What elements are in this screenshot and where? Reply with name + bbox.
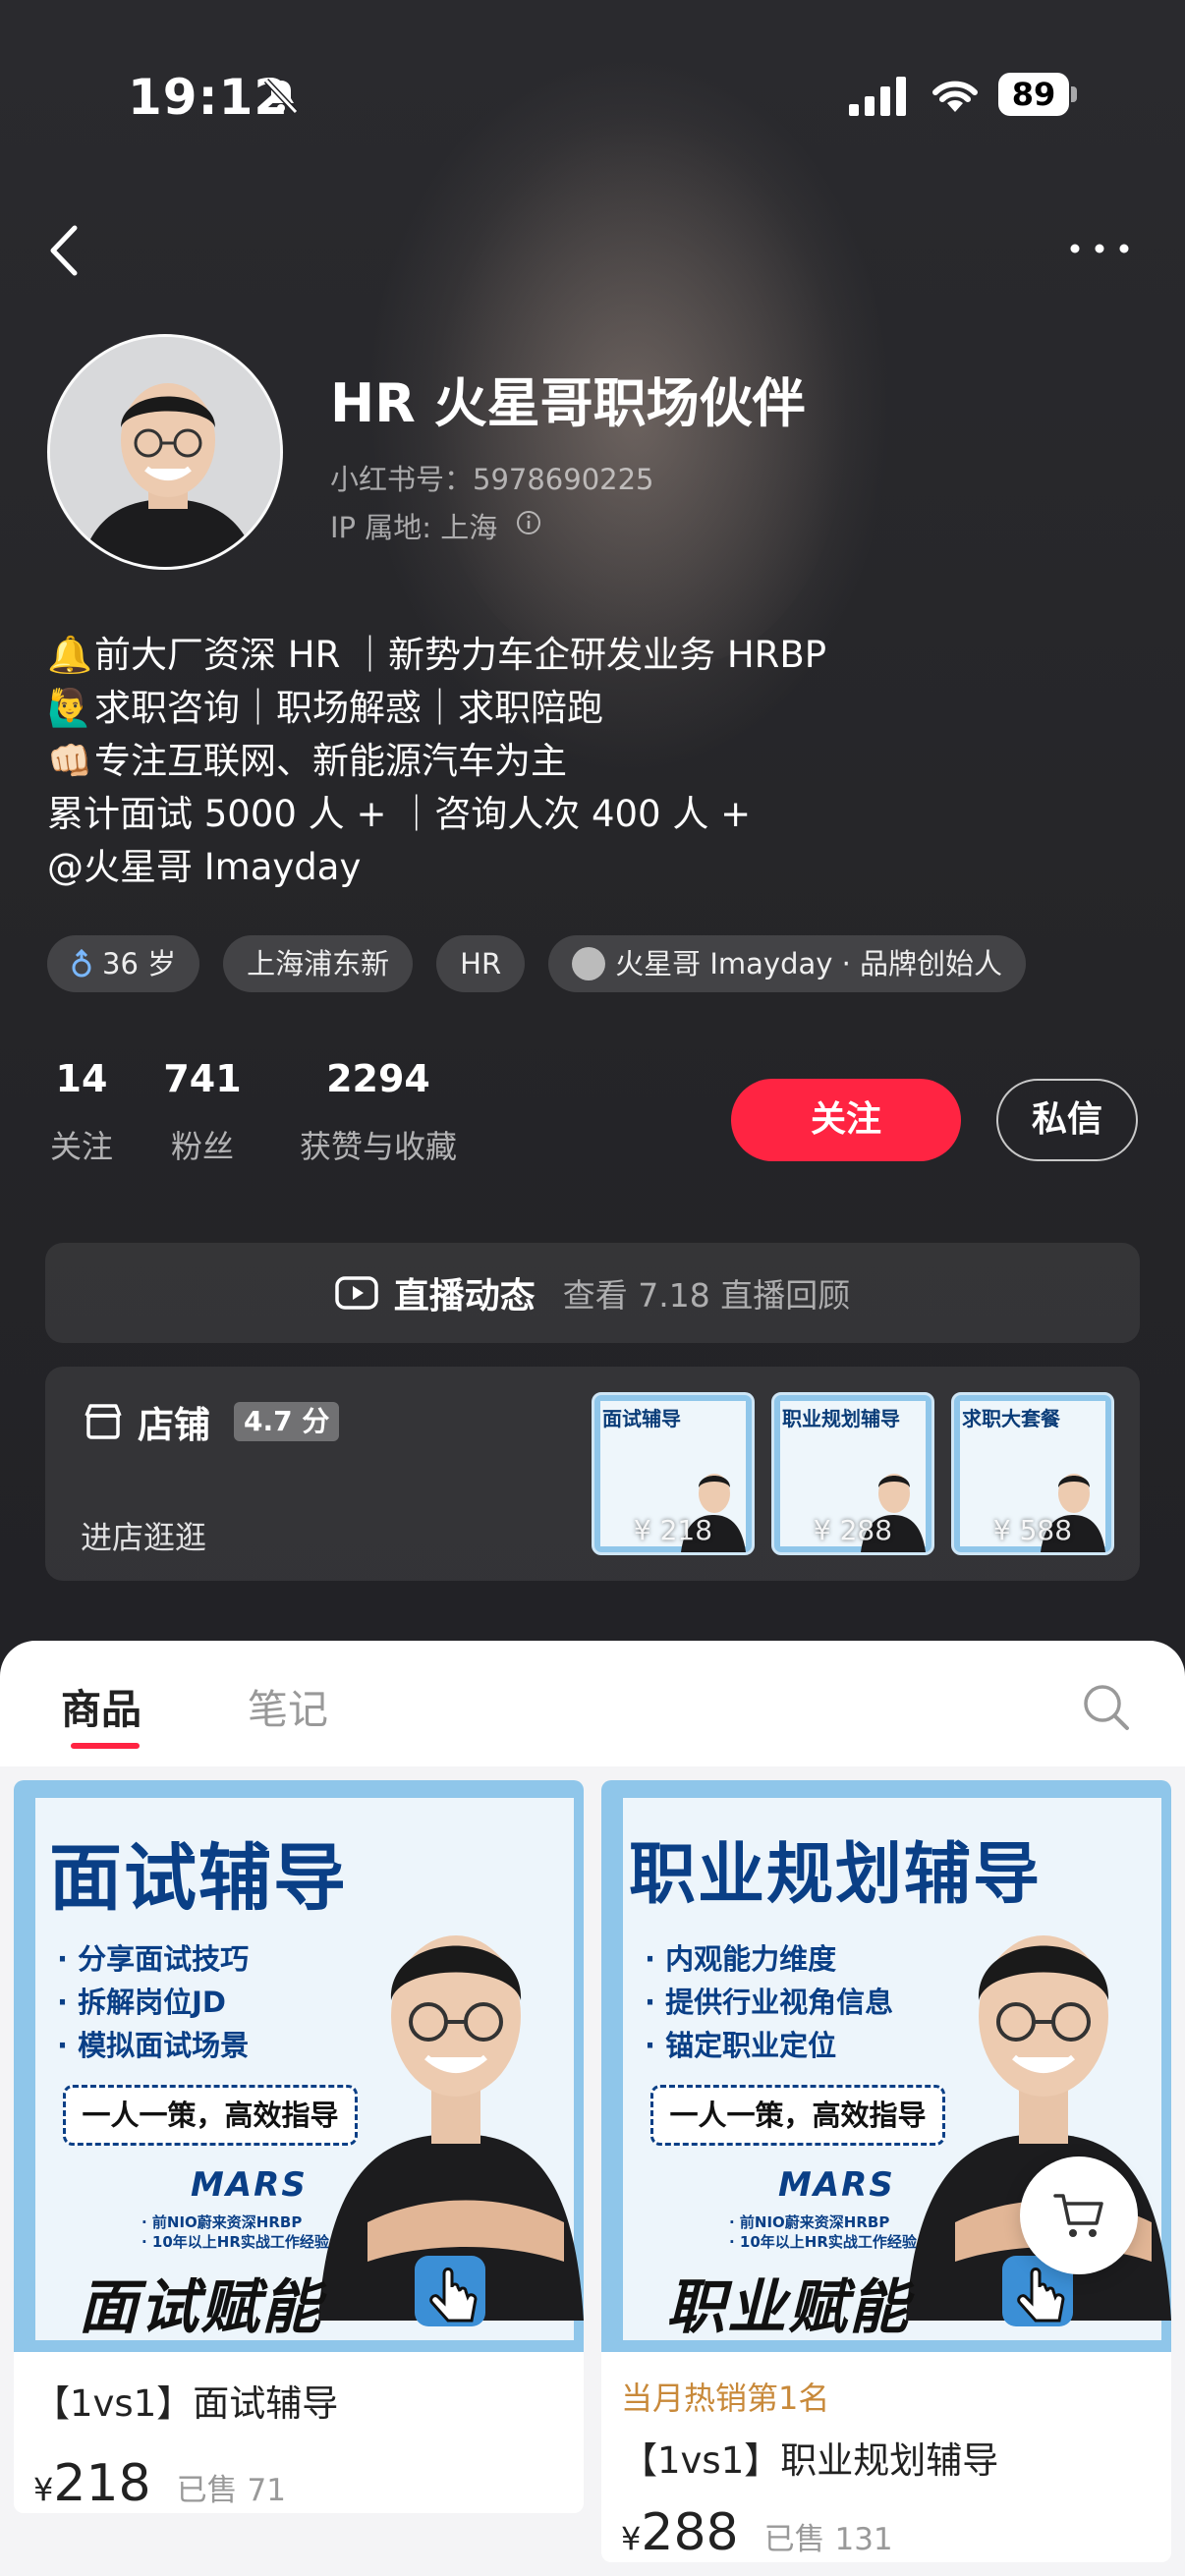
shop-product-thumb[interactable]: 职业规划辅导 ¥ 288 [771,1392,934,1555]
bio-line: 🙋‍♂️求职咨询｜职场解惑｜求职陪跑 [47,682,826,735]
poster-title: 面试辅导 [49,1836,348,1921]
likes-label[interactable]: 获赞与收藏 [285,1122,472,1167]
shopping-cart-icon [1053,2194,1103,2237]
likes-count[interactable]: 2294 [285,1057,472,1100]
shopping-cart-button[interactable] [1020,2156,1138,2274]
ip-location: IP 属地: 上海 [330,511,498,544]
tag-job: HR [436,935,526,992]
tag-brand[interactable]: 火星哥 Imayday · 品牌创始人 [548,935,1027,992]
following-label[interactable]: 关注 [47,1122,116,1167]
live-replay-card[interactable]: 直播动态 查看 7.18 直播回顾 [45,1243,1140,1343]
raising-hand-emoji-icon: 🙋‍♂️ [47,687,93,729]
avatar[interactable] [47,334,283,570]
shop-product-thumb[interactable]: 求职大套餐 ¥ 588 [951,1392,1114,1555]
poster-box: 一人一策，高效指导 [63,2085,358,2146]
more-options-icon[interactable] [1065,234,1134,263]
poster-bullets: · 内观能力维度 · 提供行业视角信息 · 锚定职业定位 [645,1942,894,2062]
followers-count[interactable]: 741 [163,1057,242,1100]
bell-emoji-icon: 🔔 [47,634,93,676]
thumb-price: ¥ 218 [633,1514,713,1546]
thumb-title: 面试辅导 [602,1407,681,1430]
product-title: 【1vs1】职业规划辅导 [621,2439,999,2482]
tab-products[interactable]: 商品 [61,1676,141,1735]
bio-mention-link[interactable]: @火星哥 Imayday [47,841,826,894]
poster-bullets: · 分享面试技巧 · 拆解岗位JD · 模拟面试场景 [57,1942,250,2062]
bio-line: 🔔前大厂资深 HR ｜新势力车企研发业务 HRBP [47,629,826,682]
enter-shop-link[interactable]: 进店逛逛 [81,1513,206,1558]
thumb-title: 求职大套餐 [962,1407,1060,1430]
tag-age: 36 岁 [47,935,200,992]
poster-mars: MARS [191,2165,308,2205]
price-row: ¥ 218 已售 71 [33,2454,564,2513]
product-title: 【1vs1】面试辅导 [33,2382,339,2425]
rednote-id[interactable]: 小红书号：5978690225 [330,457,654,498]
poster-slogan: 职业赋能 [666,2273,910,2342]
tag-location: 上海浦东新 [223,935,414,992]
shop-product-thumb[interactable]: 面试辅导 ¥ 218 [592,1392,755,1555]
battery-level: 89 [998,73,1069,116]
shop-title: 店铺 [138,1404,210,1446]
product-image: 面试辅导 · 分享面试技巧 · 拆解岗位JD · 模拟面试场景 一人一策，高效指… [14,1780,584,2352]
battery-indicator: 89 [998,73,1077,116]
message-button[interactable]: 私信 [996,1079,1138,1161]
wifi-icon [932,81,978,112]
thumb-price: ¥ 588 [992,1514,1073,1546]
bio-line: 累计面试 5000 人 + ｜咨询人次 400 人 + [47,793,752,835]
shop-header: 店铺 4.7 分 [83,1395,340,1448]
profile-tags: 36 岁 上海浦东新 HR 火星哥 Imayday · 品牌创始人 [47,935,1027,992]
live-title: 直播动态 [393,1276,536,1316]
price-row: ¥ 288 已售 131 [621,2503,1152,2562]
thumb-title: 职业规划辅导 [782,1407,900,1430]
fist-emoji-icon: 👊🏻 [47,740,93,782]
poster-credentials: · 前NIO蔚来资深HRBP · 10年以上HR实战工作经验 [729,2213,917,2251]
live-subtitle: 查看 7.18 直播回顾 [562,1276,851,1315]
product-price: 288 [641,2503,739,2562]
product-info: 【1vs1】面试辅导 ¥ 218 已售 71 [14,2352,584,2513]
info-icon[interactable] [515,509,542,536]
male-icon [72,949,91,978]
sold-count: 已售 131 [763,2522,893,2557]
active-tab-indicator [71,1743,140,1749]
followers-label[interactable]: 粉丝 [163,1122,242,1167]
shop-icon [85,1404,122,1439]
product-card[interactable]: 面试辅导 · 分享面试技巧 · 拆解岗位JD · 模拟面试场景 一人一策，高效指… [14,1780,584,2513]
product-info: 当月热销第1名 【1vs1】职业规划辅导 ¥ 288 已售 131 [601,2352,1171,2562]
currency-symbol: ¥ [621,2520,642,2557]
brand-avatar [572,947,606,980]
poster-mars: MARS [778,2165,895,2205]
poster-credentials: · 前NIO蔚来资深HRBP · 10年以上HR实战工作经验 [141,2213,329,2251]
tap-hand-icon [415,2256,485,2326]
cellular-signal-icon [849,77,906,116]
hot-sale-badge: 当月热销第1名 [621,2380,830,2417]
follow-button[interactable]: 关注 [731,1079,961,1161]
poster-slogan: 面试赋能 [79,2273,322,2342]
sold-count: 已售 71 [176,2473,286,2508]
back-arrow-icon[interactable] [43,216,92,285]
thumb-price: ¥ 288 [813,1514,893,1546]
search-icon[interactable] [1081,1682,1132,1733]
product-price: 218 [53,2454,151,2513]
silent-bell-icon [263,78,299,115]
bio-line: 👊🏻专注互联网、新能源汽车为主 [47,735,826,788]
profile-name: HR 火星哥职场伙伴 [330,372,806,434]
tab-notes[interactable]: 笔记 [248,1676,328,1735]
following-count[interactable]: 14 [47,1057,116,1100]
live-video-icon [335,1276,378,1310]
poster-box: 一人一策，高效指导 [650,2085,945,2146]
profile-bio: 🔔前大厂资深 HR ｜新势力车企研发业务 HRBP 🙋‍♂️求职咨询｜职场解惑｜… [47,629,826,894]
currency-symbol: ¥ [33,2471,54,2508]
shop-score: 4.7 分 [234,1402,340,1441]
